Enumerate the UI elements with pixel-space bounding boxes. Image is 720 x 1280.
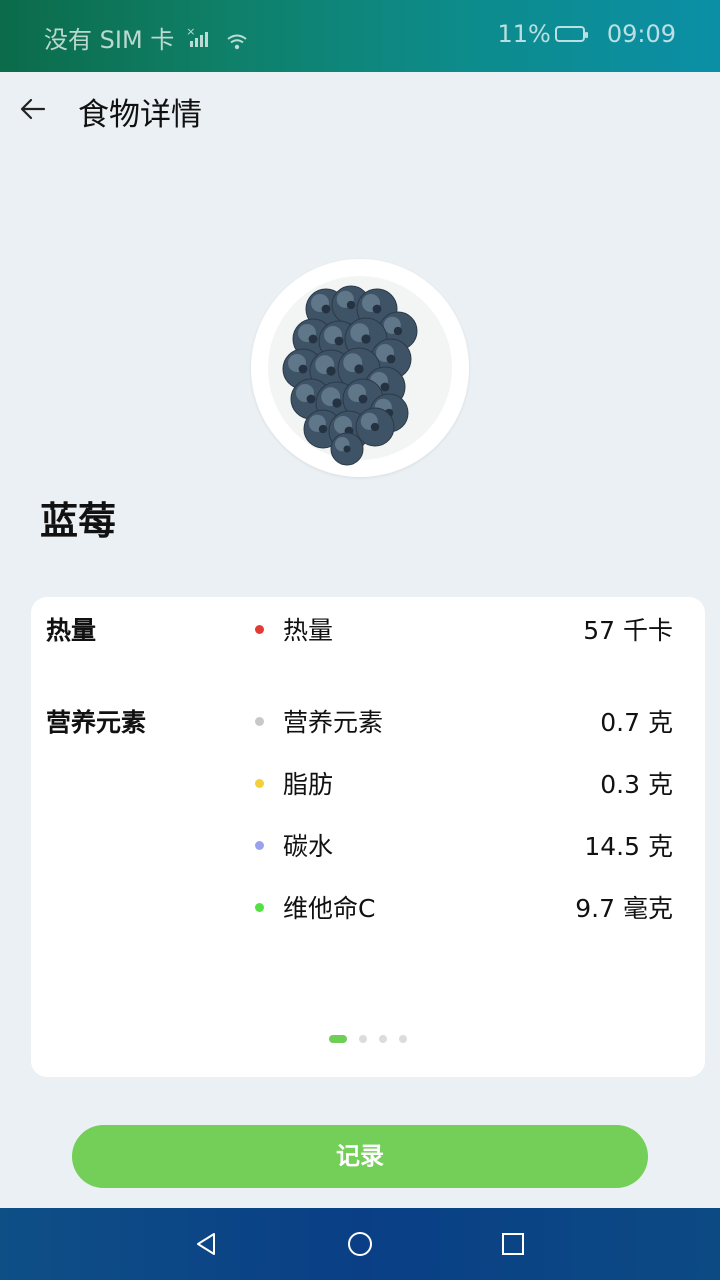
signal-icon: × (186, 25, 209, 47)
nutrition-card: 热量 热量 57 千卡 营养元素 营养元素 0.7 克 脂肪 0.3 克 碳水 … (31, 597, 705, 1077)
arrow-left-icon[interactable] (18, 94, 48, 124)
fat-dot (255, 779, 264, 788)
nutrient-value: 57 千卡 (583, 616, 673, 645)
page-dot[interactable] (379, 1035, 387, 1043)
vitamin-c-dot (255, 903, 264, 912)
battery-icon (554, 26, 588, 42)
page-title: 食物详情 (78, 97, 202, 133)
status-right: 11% 09:09 (497, 20, 676, 48)
wifi-icon (226, 29, 248, 49)
nutrient-value: 14.5 克 (584, 832, 673, 861)
nutrient-row-protein: 营养元素 0.7 克 (255, 703, 673, 743)
nutrient-row-vitamin-c: 维他命C 9.7 毫克 (255, 889, 673, 929)
carbs-dot (255, 841, 264, 850)
square-recents-icon[interactable] (497, 1228, 529, 1260)
nutrient-name: 热量 (283, 616, 334, 645)
food-image (251, 259, 469, 477)
page-indicator[interactable] (31, 1035, 705, 1043)
protein-dot (255, 717, 264, 726)
navigation-bar (0, 1208, 720, 1280)
page-dot[interactable] (399, 1035, 407, 1043)
calories-dot (255, 625, 264, 634)
nutrient-name: 脂肪 (283, 770, 334, 799)
record-button[interactable]: 记录 (72, 1125, 648, 1188)
clock: 09:09 (606, 20, 676, 48)
nutrient-value: 0.7 克 (600, 708, 673, 737)
carrier-text: 没有 SIM 卡 (44, 26, 175, 54)
nutrient-name: 碳水 (283, 832, 334, 861)
nutrient-name: 维他命C (283, 894, 376, 923)
nutrient-row-carbs: 碳水 14.5 克 (255, 827, 673, 867)
nutrient-value: 9.7 毫克 (575, 894, 673, 923)
blueberries-illustration (256, 264, 464, 472)
battery-percent: 11% (497, 20, 551, 48)
nutrient-row-fat: 脂肪 0.3 克 (255, 765, 673, 805)
nutrient-value: 0.3 克 (600, 770, 673, 799)
triangle-back-icon[interactable] (190, 1228, 222, 1260)
status-bar: 没有 SIM 卡 × 11% 09:09 (0, 0, 720, 72)
food-name: 蓝莓 (40, 499, 117, 543)
header: 食物详情 (0, 72, 720, 146)
nutrient-row-calories: 热量 57 千卡 (255, 611, 673, 651)
nutrients-section-label: 营养元素 (46, 708, 147, 737)
page-dot[interactable] (359, 1035, 367, 1043)
status-left: 没有 SIM 卡 × (44, 20, 248, 55)
page-dot[interactable] (329, 1035, 347, 1043)
calories-section-label: 热量 (46, 616, 97, 645)
nutrient-name: 营养元素 (283, 708, 384, 737)
circle-home-icon[interactable] (344, 1228, 376, 1260)
